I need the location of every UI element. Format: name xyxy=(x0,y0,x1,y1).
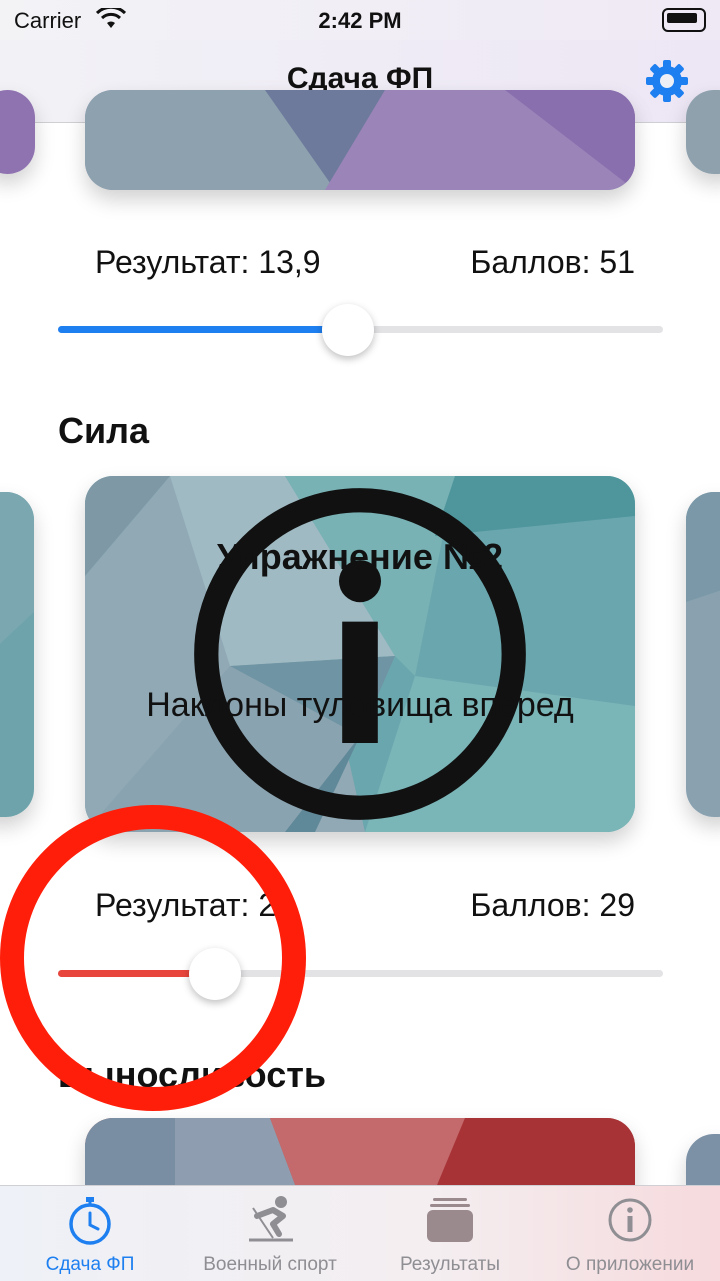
gear-icon[interactable] xyxy=(644,58,690,104)
exercise-card-speed[interactable] xyxy=(85,90,635,190)
tab-label: Военный спорт xyxy=(203,1254,337,1275)
tab-label: О приложении xyxy=(565,1254,695,1275)
score-label: Баллов: 51 xyxy=(470,244,635,280)
tab-label: Результаты xyxy=(399,1254,501,1275)
exercise-card-strength-next[interactable] xyxy=(686,492,720,817)
result-label: Результат: 29 xyxy=(95,887,294,923)
info-icon[interactable] xyxy=(85,476,635,832)
exercise-card-strength-prev[interactable] xyxy=(0,492,34,817)
tab-results[interactable]: Результаты xyxy=(360,1186,540,1281)
tab-bar: Сдача ФП Военный спорт Результаты О прил… xyxy=(0,1185,720,1281)
info-icon xyxy=(608,1198,652,1242)
battery-icon xyxy=(662,8,706,32)
clock: 2:42 PM xyxy=(318,8,402,33)
tab-label: Сдача ФП xyxy=(45,1254,135,1275)
result-slider[interactable] xyxy=(58,948,663,1000)
tab-about[interactable]: О приложении xyxy=(540,1186,720,1281)
stack-icon xyxy=(427,1198,473,1242)
result-row: Результат: 29 Баллов: 29 xyxy=(95,887,635,924)
tab-military-sport[interactable]: Военный спорт xyxy=(180,1186,360,1281)
card-title: Упражнение №2 xyxy=(216,536,504,577)
slider-thumb[interactable] xyxy=(322,304,375,356)
skier-icon xyxy=(249,1196,293,1242)
card-subtitle: Наклоны туловища вперед xyxy=(146,686,574,724)
slider-fill xyxy=(58,326,349,333)
stopwatch-icon xyxy=(69,1197,111,1245)
section-title: Выносливость xyxy=(58,1054,326,1095)
slider-thumb[interactable] xyxy=(189,948,242,1000)
exercise-card-prev[interactable] xyxy=(0,90,35,174)
exercise-card-strength[interactable]: Упражнение №2 Наклоны туловища вперед xyxy=(85,476,635,832)
result-slider[interactable] xyxy=(58,304,663,356)
tab-fp-test[interactable]: Сдача ФП xyxy=(0,1186,180,1281)
section-title: Сила xyxy=(58,410,150,451)
score-label: Баллов: 29 xyxy=(470,887,635,923)
card-background xyxy=(85,90,635,190)
result-row: Результат: 13,9 Баллов: 51 xyxy=(95,244,635,281)
exercise-card-next[interactable] xyxy=(686,90,720,174)
status-bar: Carrier 2:42 PM xyxy=(0,0,720,40)
result-label: Результат: 13,9 xyxy=(95,244,321,280)
